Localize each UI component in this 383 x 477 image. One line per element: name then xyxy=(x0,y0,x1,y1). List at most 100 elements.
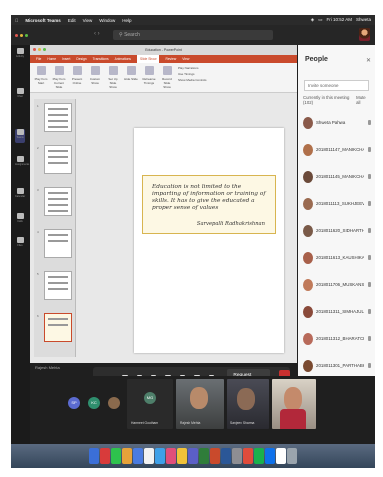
mic-icon[interactable] xyxy=(368,147,371,152)
app-menu[interactable]: Microsoft Teams xyxy=(25,18,60,23)
settings-icon[interactable] xyxy=(232,448,242,464)
rail-files[interactable]: Files xyxy=(15,237,25,247)
participant-row[interactable]: Shweta Pahwa xyxy=(298,109,375,136)
nav-arrows-icon[interactable]: ‹ › xyxy=(94,31,100,37)
rail-activity[interactable]: Activity xyxy=(15,48,25,58)
mute-all-button[interactable]: Mute all xyxy=(356,95,370,105)
search-input[interactable]: ⚲ Search xyxy=(113,30,273,40)
rail-teams[interactable]: Teams xyxy=(15,129,25,143)
tab-design[interactable]: Design xyxy=(76,57,86,61)
menubar-clock[interactable]: Fri 10:52 AM xyxy=(326,17,352,23)
rail-calls[interactable]: Calls xyxy=(15,213,25,223)
minimize-window-icon[interactable] xyxy=(20,33,23,37)
participant-avatar[interactable] xyxy=(108,397,120,409)
participant-row[interactable]: 2018011301_PARTHABHA... xyxy=(298,352,375,379)
mic-icon[interactable] xyxy=(368,120,371,125)
video-tile[interactable]: Rajesh Mehta xyxy=(176,379,224,429)
hide-slide-button[interactable]: Hide Slide xyxy=(124,66,138,89)
mic-icon[interactable] xyxy=(368,363,371,368)
tab-view[interactable]: View xyxy=(182,57,189,61)
facetime-icon[interactable] xyxy=(111,448,121,464)
use-timings-checkbox[interactable]: Use Timings xyxy=(178,72,207,76)
battery-icon[interactable]: ▭ xyxy=(318,17,322,23)
participant-initials[interactable]: SP xyxy=(68,397,80,409)
trash-icon[interactable] xyxy=(287,448,297,464)
play-from-start-button[interactable]: Play from Start xyxy=(34,66,48,89)
slide-thumbnail[interactable]: 5 xyxy=(37,271,72,300)
participant-row[interactable]: 2018011620_SIDHARTH... xyxy=(298,217,375,244)
mic-icon[interactable] xyxy=(368,336,371,341)
zoom-window-icon[interactable] xyxy=(25,33,28,37)
mail-icon[interactable] xyxy=(133,448,143,464)
custom-show-button[interactable]: Custom Show xyxy=(88,66,102,89)
play-narrations-checkbox[interactable]: Play Narrations xyxy=(178,66,207,70)
calendar-app-icon[interactable] xyxy=(100,448,110,464)
appstore-icon[interactable] xyxy=(155,448,165,464)
participant-row[interactable]: 2018011145_MANIKCHA... xyxy=(298,163,375,190)
photos-icon[interactable] xyxy=(122,448,132,464)
self-video-tile[interactable] xyxy=(272,379,316,429)
video-tile[interactable]: MG Harmeet Goutham xyxy=(127,379,173,429)
powerpoint-icon[interactable] xyxy=(210,448,220,464)
slide-thumbnail[interactable]: 2 xyxy=(37,145,72,174)
participant-row[interactable]: 2018011311_SIMHAJUL... xyxy=(298,298,375,325)
whatsapp-icon[interactable] xyxy=(254,448,264,464)
video-tile[interactable]: Sanjeev Sharma xyxy=(227,379,269,429)
apple-icon[interactable]:  xyxy=(15,18,18,23)
tab-transitions[interactable]: Transitions xyxy=(93,57,109,61)
zoom-icon[interactable] xyxy=(265,448,275,464)
mic-icon[interactable] xyxy=(368,174,371,179)
tab-home[interactable]: Home xyxy=(47,57,56,61)
participant-row[interactable]: 2018011706_MUSKANSA... xyxy=(298,271,375,298)
slide-canvas[interactable]: Education is not limited to the impartin… xyxy=(134,128,284,353)
mic-icon[interactable] xyxy=(368,282,371,287)
play-current-button[interactable]: Play from Current Slide xyxy=(52,66,66,89)
participant-initials[interactable]: KC xyxy=(88,397,100,409)
mic-icon[interactable] xyxy=(368,228,371,233)
menu-window[interactable]: Window xyxy=(99,18,115,23)
music-icon[interactable] xyxy=(166,448,176,464)
participant-row[interactable]: 2018011312_BHARATCH... xyxy=(298,325,375,352)
safari-icon[interactable] xyxy=(144,448,154,464)
close-window-icon[interactable] xyxy=(15,33,18,37)
rail-calendar[interactable]: Calendar xyxy=(15,188,25,198)
excel-icon[interactable] xyxy=(199,448,209,464)
slide-thumbnail[interactable]: 1 xyxy=(37,103,72,132)
notes-icon[interactable] xyxy=(177,448,187,464)
menu-view[interactable]: View xyxy=(83,18,93,23)
menu-help[interactable]: Help xyxy=(122,18,131,23)
rail-assignments[interactable]: Assignments xyxy=(15,156,29,166)
tab-slide-show[interactable]: Slide Show xyxy=(136,55,160,63)
tab-animations[interactable]: Animations xyxy=(115,57,131,61)
profile-avatar[interactable] xyxy=(359,28,370,41)
present-online-button[interactable]: Present Online xyxy=(70,66,84,89)
menu-edit[interactable]: Edit xyxy=(68,18,76,23)
finder-icon[interactable] xyxy=(89,448,99,464)
show-media-controls-checkbox[interactable]: Show Media Controls xyxy=(178,78,207,82)
ppt-window-controls[interactable] xyxy=(33,48,46,51)
tab-review[interactable]: Review xyxy=(165,57,176,61)
tab-file[interactable]: File xyxy=(36,57,41,61)
wifi-icon[interactable]: ◈ xyxy=(311,17,314,23)
tab-insert[interactable]: Insert xyxy=(62,57,70,61)
window-controls[interactable] xyxy=(11,33,28,37)
set-up-slide-show-button[interactable]: Set Up Slide Show xyxy=(106,66,120,89)
close-icon[interactable]: ✕ xyxy=(366,57,371,64)
slide-thumbnail-selected[interactable]: 6 xyxy=(37,313,72,342)
participant-row[interactable]: 2018011113_SUKHJEEVA... xyxy=(298,190,375,217)
participant-row[interactable]: 2018011613_KAUSHIKA... xyxy=(298,244,375,271)
word-icon[interactable] xyxy=(221,448,231,464)
record-slide-show-button[interactable]: Record Slide Show xyxy=(160,66,174,89)
teams-dock-icon[interactable] xyxy=(188,448,198,464)
slide-thumbnail[interactable]: 3 xyxy=(37,187,72,216)
mic-icon[interactable] xyxy=(368,201,371,206)
mic-icon[interactable] xyxy=(368,309,371,314)
rehearse-timings-button[interactable]: Rehearse Timings xyxy=(142,66,156,89)
preview-icon[interactable] xyxy=(276,448,286,464)
rail-chat[interactable]: Chat xyxy=(15,88,25,98)
participant-row[interactable]: 2018011147_MANIKCHA... xyxy=(298,136,375,163)
slide-thumbnail[interactable]: 4 xyxy=(37,229,72,258)
chrome-icon[interactable] xyxy=(243,448,253,464)
mic-icon[interactable] xyxy=(368,255,371,260)
invite-input[interactable]: Invite someone xyxy=(304,80,369,91)
